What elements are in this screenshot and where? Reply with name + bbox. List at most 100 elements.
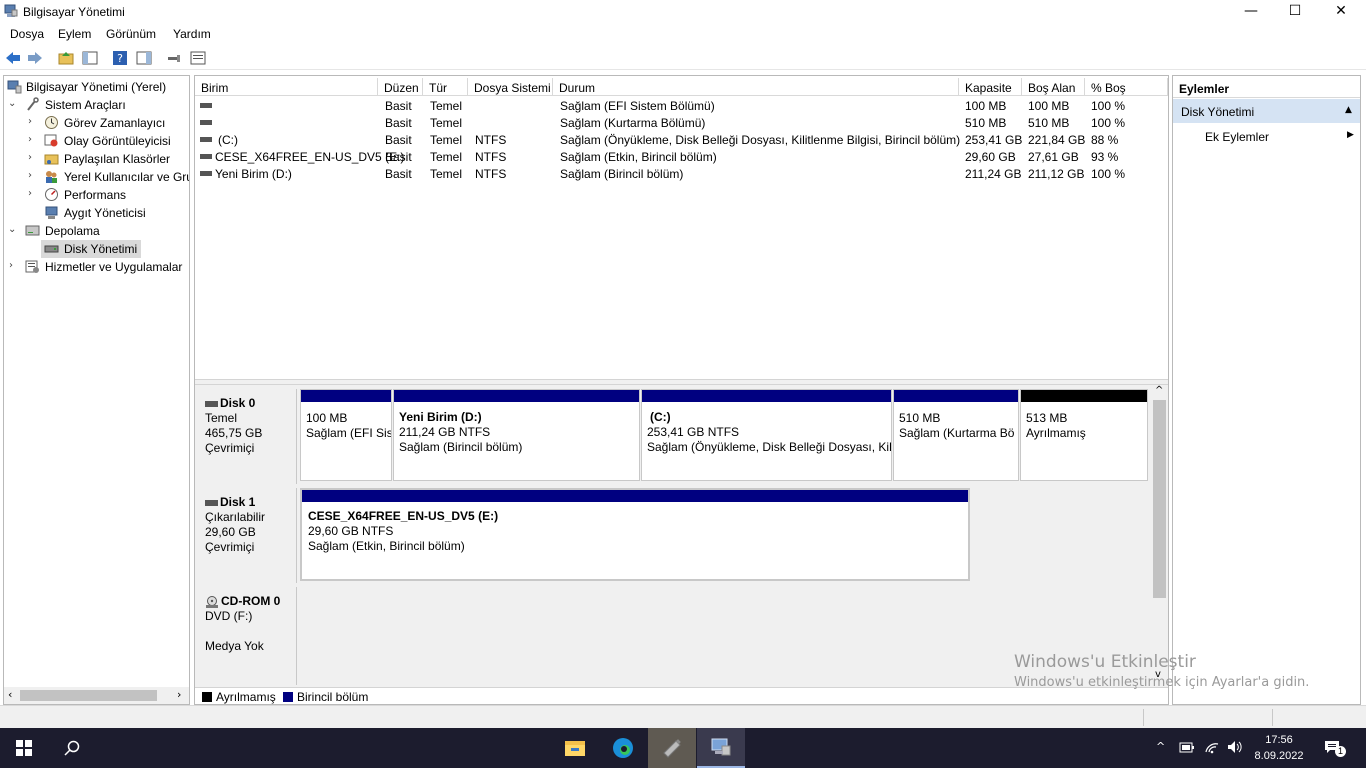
back-arrow-icon[interactable] <box>5 50 21 66</box>
partition-unallocated[interactable]: 513 MB Ayrılmamış <box>1020 389 1148 481</box>
taskbar-file-explorer[interactable] <box>551 728 599 768</box>
column-header-filesystem[interactable]: Dosya Sistemi <box>468 78 553 96</box>
collapse-icon[interactable]: ▲ <box>1345 105 1352 115</box>
table-row[interactable]: Basit Temel Sağlam (Kurtarma Bölümü) 510… <box>195 114 1168 131</box>
partition-d[interactable]: Yeni Birim (D:) 211,24 GB NTFS Sağlam (Bir… <box>393 389 640 481</box>
cdrom-label[interactable]: CD-ROM 0 DVD (F:) Medya Yok <box>197 587 297 685</box>
partition-efi[interactable]: 100 MB Sağlam (EFI Sis <box>300 389 392 481</box>
minimize-button[interactable]: — <box>1228 0 1274 24</box>
table-row[interactable]: CESE_X64FREE_EN-US_DV5 (E:) Basit Temel … <box>195 148 1168 165</box>
chevron-right-icon[interactable]: › <box>28 152 38 163</box>
partition-c[interactable]: (C:) 253,41 GB NTFS Sağlam (Önyükleme, Dis… <box>641 389 892 481</box>
disk-1-size: 29,60 GB <box>205 525 256 539</box>
menu-action[interactable]: Eylem <box>58 27 91 41</box>
menu-view[interactable]: Görünüm <box>106 27 156 41</box>
column-header-volume[interactable]: Birim <box>195 78 378 96</box>
taskbar-usb-app[interactable] <box>648 728 696 768</box>
chevron-right-icon[interactable]: › <box>28 188 38 199</box>
disk-0-size: 465,75 GB <box>205 426 263 440</box>
actions-header: Eylemler <box>1173 76 1360 98</box>
taskbar-clock[interactable]: 17:56 8.09.2022 <box>1254 732 1304 764</box>
tree-label-system-tools: Sistem Araçları <box>45 98 126 112</box>
column-header-layout[interactable]: Düzen <box>378 78 423 96</box>
menu-file[interactable]: Dosya <box>10 27 44 41</box>
partition-status: Sağlam (Etkin, Birincil bölüm) <box>308 539 465 553</box>
network-icon[interactable] <box>1204 740 1220 754</box>
table-row[interactable]: Yeni Birim (D:) Basit Temel NTFS Sağlam … <box>195 165 1168 182</box>
primary-partition-bar <box>894 390 1018 402</box>
disk-1-type: Çıkarılabilir <box>205 510 266 524</box>
column-header-status[interactable]: Durum <box>553 78 959 96</box>
cell-percent-free: 88 % <box>1091 133 1119 147</box>
cell-layout: Basit <box>385 99 412 113</box>
status-bar <box>0 705 1366 728</box>
scroll-right-icon[interactable]: › <box>177 688 181 701</box>
cell-filesystem: NTFS <box>475 167 507 181</box>
battery-icon[interactable] <box>1179 742 1195 753</box>
chevron-right-icon[interactable]: › <box>28 116 38 127</box>
show-hide-tree-icon[interactable] <box>82 50 98 66</box>
cell-percent-free: 100 % <box>1091 167 1126 181</box>
partition-title: Yeni Birim (D:) <box>399 410 482 424</box>
cell-filesystem: NTFS <box>475 150 507 164</box>
storage-icon <box>25 225 40 236</box>
scroll-thumb[interactable] <box>20 690 157 701</box>
notification-center-button[interactable]: 1 <box>1318 736 1346 760</box>
chevron-right-icon[interactable]: › <box>9 260 19 271</box>
table-row[interactable]: Basit Temel Sağlam (EFI Sistem Bölümü) 1… <box>195 97 1168 114</box>
chevron-down-icon[interactable]: ⌄ <box>8 224 18 235</box>
windows-logo-icon <box>16 740 32 756</box>
partition-size: 513 MB <box>1026 411 1068 425</box>
forward-arrow-icon[interactable] <box>27 50 43 66</box>
actions-section-disk-management[interactable]: Disk Yönetimi ▲ <box>1173 99 1360 123</box>
cell-capacity: 29,60 GB <box>965 150 1016 164</box>
cell-free-space: 221,84 GB <box>1028 133 1086 147</box>
cell-free-space: 211,12 GB <box>1028 167 1085 181</box>
scroll-up-icon[interactable]: ^ <box>1155 385 1163 396</box>
taskbar-edge[interactable] <box>599 728 647 768</box>
primary-partition-bar <box>394 390 639 402</box>
table-row[interactable]: (C:) Basit Temel NTFS Sağlam (Önyükleme,… <box>195 131 1168 148</box>
column-header-capacity[interactable]: Kapasite <box>959 78 1022 96</box>
disk-1-label[interactable]: Disk 1 Çıkarılabilir 29,60 GB Çevrimiçi <box>197 488 297 583</box>
taskbar-computer-management[interactable] <box>697 728 745 768</box>
menu-help[interactable]: Yardım <box>173 27 211 41</box>
cell-type: Temel <box>430 167 463 181</box>
column-header-percent-free[interactable]: % Boş <box>1085 78 1168 96</box>
column-header-type[interactable]: Tür <box>423 78 468 96</box>
scroll-left-icon[interactable]: ‹ <box>8 688 12 701</box>
help-icon[interactable]: ? <box>112 50 128 66</box>
cell-free-space: 510 MB <box>1028 116 1070 130</box>
cell-capacity: 510 MB <box>965 116 1007 130</box>
actions-more[interactable]: Ek Eylemler ▶ <box>1173 126 1360 146</box>
disk-map-vertical-scrollbar[interactable]: ^ v <box>1151 385 1168 687</box>
cell-filesystem: NTFS <box>475 133 507 147</box>
start-button[interactable] <box>0 728 48 768</box>
tree-horizontal-scrollbar[interactable]: ‹ › <box>4 687 189 704</box>
disk-0-status: Çevrimiçi <box>205 441 255 455</box>
tree-item-disk-management[interactable]: Disk Yönetimi <box>41 240 141 258</box>
chevron-down-icon[interactable]: ⌄ <box>8 98 18 109</box>
chevron-right-icon[interactable]: › <box>28 134 38 145</box>
chevron-right-icon[interactable]: › <box>28 170 38 181</box>
tree-label-disk-management: Disk Yönetimi <box>64 242 138 256</box>
properties-icon[interactable] <box>136 50 152 66</box>
disk-0-label[interactable]: Disk 0 Temel 465,75 GB Çevrimiçi <box>197 389 297 484</box>
list-view-icon[interactable] <box>190 50 206 66</box>
maximize-button[interactable]: ☐ <box>1272 0 1318 24</box>
scroll-thumb[interactable] <box>1153 400 1166 598</box>
cell-capacity: 100 MB <box>965 99 1007 113</box>
up-folder-icon[interactable] <box>58 50 74 66</box>
search-button[interactable] <box>48 728 96 768</box>
close-button[interactable]: ✕ <box>1318 0 1364 24</box>
file-explorer-icon <box>565 741 585 756</box>
partition-recovery[interactable]: 510 MB Sağlam (Kurtarma Bö <box>893 389 1019 481</box>
connect-icon[interactable] <box>166 50 182 66</box>
partition-e[interactable]: CESE_X64FREE_EN-US_DV5 (E:) 29,60 GB NTFS… <box>300 488 970 581</box>
notification-count-badge: 1 <box>1335 746 1346 757</box>
show-hidden-icons-icon[interactable]: ^ <box>1156 740 1165 753</box>
volume-icon[interactable] <box>1227 740 1243 754</box>
computer-management-icon <box>711 738 731 756</box>
cell-layout: Basit <box>385 150 412 164</box>
column-header-free-space[interactable]: Boş Alan <box>1022 78 1085 96</box>
